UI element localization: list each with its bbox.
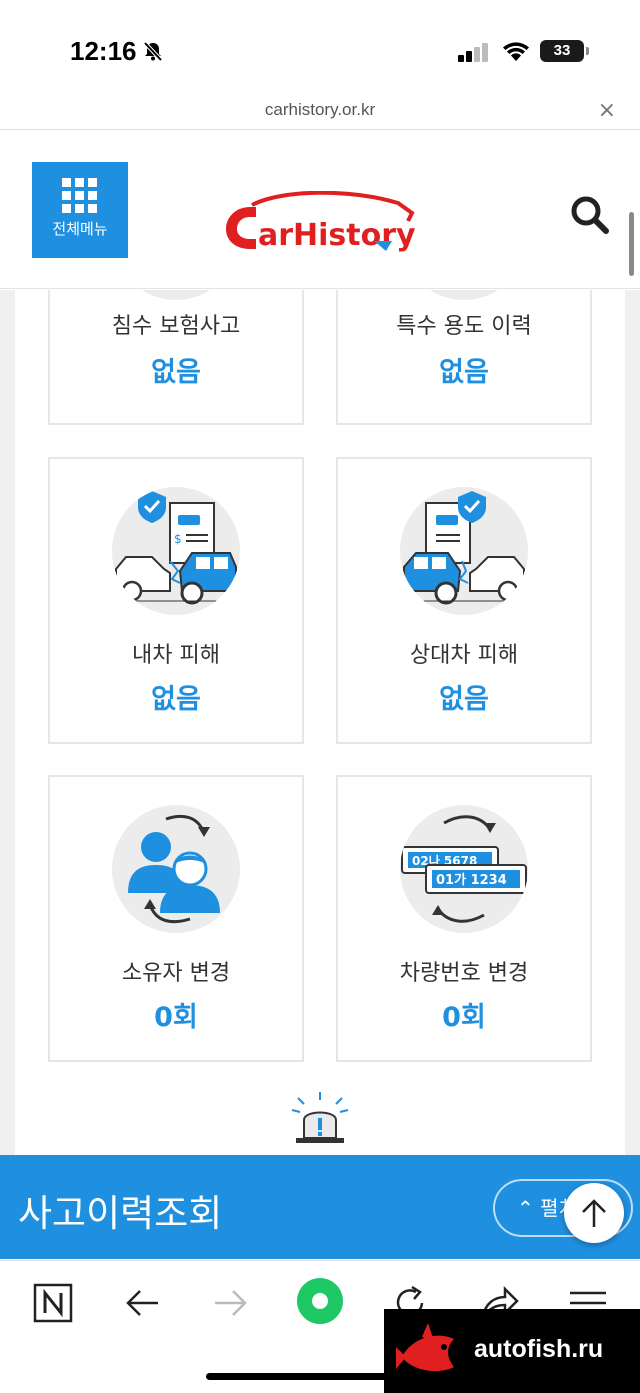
carhistory-logo[interactable]: arHistory (222, 191, 418, 257)
owner-change-icon (112, 805, 240, 933)
card-label: 특수 용도 이력 (396, 314, 532, 339)
special-use-icon (400, 290, 528, 300)
alarm-siren-icon (291, 1092, 349, 1143)
card-value: 없음 (439, 684, 489, 715)
grid-icon (62, 178, 97, 213)
cellular-signal-icon (458, 43, 488, 62)
card-value: 0회 (154, 1002, 198, 1033)
scroll-to-top-button[interactable] (564, 1183, 624, 1243)
card-value: 없음 (151, 684, 201, 715)
svg-text:arHistory: arHistory (258, 218, 416, 253)
card-my-car-damage: $ 내차 피해 없음 (48, 457, 304, 744)
other-car-damage-icon (400, 487, 528, 615)
card-value: 없음 (151, 357, 201, 388)
green-dot-home-icon[interactable] (296, 1277, 344, 1325)
card-label: 상대차 피해 (409, 643, 519, 668)
wifi-icon (503, 42, 529, 61)
arrow-up-icon (582, 1199, 606, 1227)
clock: 12:16 (70, 36, 137, 66)
battery-indicator: 33 (540, 40, 589, 62)
svg-text:$: $ (174, 532, 182, 546)
accident-history-title: 사고이력조회 (18, 1192, 223, 1235)
site-header: 전체메뉴 arHistory (0, 131, 640, 289)
back-arrow-icon[interactable] (122, 1283, 162, 1323)
card-plate-change: 02나 5678 01가 1234 차량번호 변경 0회 (336, 775, 592, 1062)
chevron-up-icon: ⌃ (517, 1196, 541, 1220)
card-special-use: 특수 용도 이력 없음 (336, 290, 592, 425)
card-other-car-damage: 상대차 피해 없음 (336, 457, 592, 744)
full-menu-button[interactable]: 전체메뉴 (32, 162, 128, 258)
menu-label: 전체메뉴 (52, 220, 108, 238)
page-scrollbar[interactable] (629, 212, 634, 276)
url-text[interactable]: carhistory.or.kr (0, 100, 640, 120)
card-label: 내차 피해 (132, 643, 220, 668)
card-value: 없음 (439, 357, 489, 388)
watermark-text: autofish.ru (474, 1335, 604, 1363)
my-car-damage-icon: $ (112, 487, 240, 615)
bell-muted-icon (143, 41, 163, 62)
card-label: 차량번호 변경 (399, 961, 529, 986)
browser-url-bar[interactable]: carhistory.or.kr × (0, 96, 640, 130)
card-owner-change: 소유자 변경 0회 (48, 775, 304, 1062)
forward-arrow-icon[interactable] (211, 1283, 251, 1323)
status-bar: 12:16 33 (0, 0, 640, 100)
history-summary-panel: 침수 보험사고 없음 특수 용도 이력 없음 $ 내차 피해 없음 상대차 피해… (15, 290, 625, 1155)
card-label: 침수 보험사고 (111, 314, 241, 339)
front-plate-text: 01가 1234 (436, 873, 507, 888)
accident-history-bar[interactable]: 사고이력조회 ⌃ 펼치 (0, 1155, 640, 1259)
card-label: 소유자 변경 (121, 961, 231, 986)
card-value: 0회 (442, 1002, 486, 1033)
close-icon[interactable]: × (598, 98, 616, 123)
plate-change-icon: 02나 5678 01가 1234 (400, 805, 528, 933)
search-icon[interactable] (568, 193, 610, 235)
watermark: autofish.ru (384, 1309, 640, 1393)
flood-icon (112, 290, 240, 300)
card-flood-accident: 침수 보험사고 없음 (48, 290, 304, 425)
naver-home-icon[interactable] (33, 1283, 73, 1323)
home-indicator[interactable] (206, 1373, 434, 1380)
